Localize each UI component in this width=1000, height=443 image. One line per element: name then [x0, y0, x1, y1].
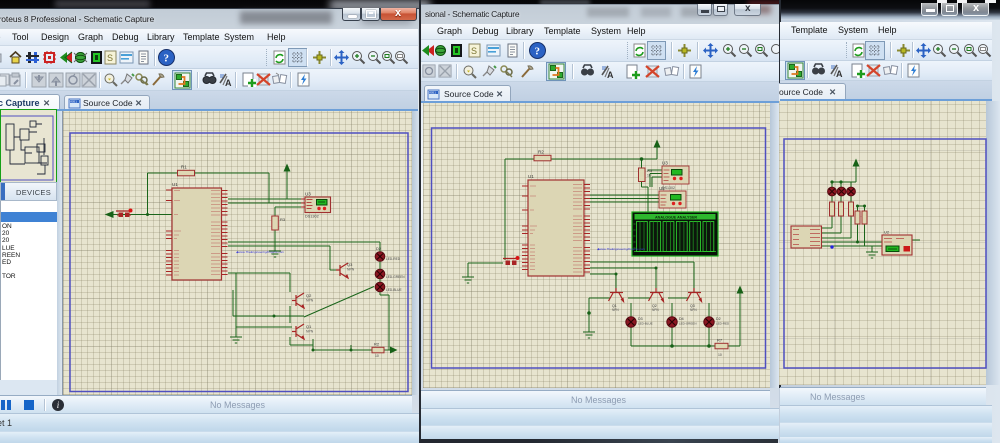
svg-text:?: ? [164, 53, 170, 65]
svg-text:U2: U2 [884, 230, 890, 235]
svg-text:R2: R2 [374, 342, 380, 347]
svg-text:D3: D3 [638, 317, 643, 321]
svg-text:Q1: Q1 [306, 324, 312, 329]
svg-text:LED-BLUE: LED-BLUE [638, 322, 653, 326]
svg-text:NPN: NPN [612, 308, 619, 312]
svg-text:DS1302: DS1302 [305, 215, 319, 219]
svg-text:S: S [107, 53, 113, 63]
svg-text:U1: U1 [528, 174, 534, 179]
svg-text:◆www.TheEngineeringProjects.co: ◆www.TheEngineeringProjects.com [597, 247, 645, 251]
svg-text:NPN: NPN [652, 308, 659, 312]
svg-text:LED-BLUE: LED-BLUE [386, 288, 402, 292]
svg-text:R2: R2 [538, 150, 544, 155]
svg-text:U2: U2 [659, 186, 665, 191]
svg-text:Q2: Q2 [306, 293, 312, 298]
svg-text:Q3: Q3 [347, 262, 353, 267]
svg-text:LED-GREEN: LED-GREEN [679, 322, 697, 326]
svg-text:10: 10 [718, 353, 722, 357]
svg-text:NPN: NPN [306, 330, 314, 334]
svg-text:R1: R1 [181, 165, 187, 170]
svg-text:◆www.TheEngineeringProjects.co: ◆www.TheEngineeringProjects.com [236, 250, 284, 254]
svg-text:A: A [836, 69, 843, 79]
svg-text:D2: D2 [716, 317, 721, 321]
svg-text:U1: U1 [172, 182, 178, 187]
svg-text:8051: 8051 [429, 91, 436, 95]
svg-text:R7: R7 [717, 338, 723, 343]
svg-text:ANALOGUE ANALYSER: ANALOGUE ANALYSER [655, 215, 697, 219]
svg-text:?: ? [535, 46, 541, 58]
svg-text:LED-RED: LED-RED [716, 322, 730, 326]
svg-text:1k: 1k [647, 174, 651, 178]
svg-text:LED-RED: LED-RED [386, 257, 401, 261]
svg-text:D4: D4 [679, 317, 684, 321]
svg-text:NPN: NPN [347, 268, 355, 272]
svg-text:R3: R3 [280, 217, 286, 222]
svg-text:LED-GREEN: LED-GREEN [386, 275, 405, 279]
svg-text:A: A [225, 78, 232, 88]
svg-text:U3: U3 [662, 161, 668, 166]
svg-text:D2: D2 [376, 246, 382, 251]
svg-text:10: 10 [375, 354, 379, 358]
svg-text:R3: R3 [647, 168, 653, 173]
svg-text:NPN: NPN [306, 299, 314, 303]
svg-text:A: A [607, 70, 614, 80]
svg-text:S: S [471, 46, 477, 56]
svg-text:8051: 8051 [70, 100, 77, 104]
svg-text:U3: U3 [305, 192, 311, 197]
svg-text:NPN: NPN [690, 308, 697, 312]
